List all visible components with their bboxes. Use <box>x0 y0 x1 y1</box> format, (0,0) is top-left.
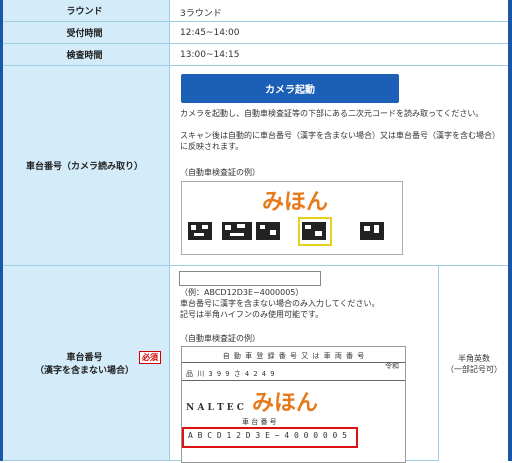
camera-row-label: 車台番号（カメラ読み取り） <box>0 66 170 266</box>
camera-example-caption: （自動車検査証の例） <box>180 168 260 177</box>
qr-highlight-frame <box>298 217 332 246</box>
vin-format-note: 半角英数 （一部記号可） <box>438 266 509 461</box>
cert-plate: 品 川 3 9 9 さ 4 2 4 9 <box>182 369 405 381</box>
vin-hint-example: （例：ABCD12D3E−4000005） <box>180 288 304 297</box>
vin-hint-kanji: 車台番号に漢字を含まない場合のみ入力してください。 <box>180 299 380 308</box>
camera-example-image: みほん <box>181 181 403 255</box>
qr-code-icon <box>256 222 280 240</box>
reception-time-label-text: 受付時間 <box>66 29 103 39</box>
cert-name: N A L T E C <box>186 403 244 413</box>
form-table: ラウンド 3ラウンド 受付時間 12:45~14:00 検査時間 13:00~1… <box>0 0 512 463</box>
qr-code-icon <box>188 222 212 240</box>
cert-reiwa: 令和 <box>385 362 399 370</box>
qr-code-icon <box>360 222 384 240</box>
round-value-cell: 3ラウンド <box>170 0 512 22</box>
qr-code-icon <box>222 222 252 240</box>
vin-hint-hyphen: 記号は半角ハイフンのみ使用可能です。 <box>180 310 324 319</box>
inspection-time-value: 13:00~14:15 <box>180 50 240 60</box>
camera-start-button[interactable]: カメラ起動 <box>181 74 399 103</box>
camera-desc-1: カメラを起動し、自動車検査証等の下部にある二次元コードを読み取ってください。 <box>180 109 484 118</box>
vin-input[interactable] <box>179 271 321 286</box>
vin-example-caption: （自動車検査証の例） <box>180 334 260 343</box>
reception-time-label: 受付時間 <box>0 22 170 44</box>
vin-label-line1: 車台番号 <box>66 353 103 363</box>
vin-format-note-line1: 半角英数 <box>458 353 490 363</box>
sample-mark: みほん <box>262 190 329 215</box>
left-border <box>0 0 3 461</box>
reception-time-cell: 12:45~14:00 <box>170 22 512 44</box>
inspection-time-label: 検査時間 <box>0 44 170 66</box>
round-value: 3ラウンド <box>180 9 222 19</box>
camera-desc-2: スキャン後は自動的に車台番号（漢字を含まない場合）又は車台番号（漢字を含む場合）… <box>180 131 500 151</box>
cert-header: 自 動 車 登 録 番 号 又 は 車 両 番 号 <box>182 351 405 363</box>
round-label: ラウンド <box>0 0 170 22</box>
cert-example-image: 自 動 車 登 録 番 号 又 は 車 両 番 号 品 川 3 9 9 さ 4 … <box>181 346 406 463</box>
vin-label-line2: （漢字を含まない場合） <box>34 366 134 376</box>
right-border <box>508 0 512 461</box>
camera-row-label-text: 車台番号（カメラ読み取り） <box>25 162 143 172</box>
reception-time-value: 12:45~14:00 <box>180 28 240 38</box>
round-label-text: ラウンド <box>66 7 103 17</box>
cert-daiban: 車 台 番 号 <box>242 418 277 426</box>
vin-format-note-line2: （一部記号可） <box>446 364 502 374</box>
cert-vin: A B C D 1 2 D 3 E − 4 0 0 0 0 0 5 <box>188 431 347 440</box>
inspection-time-cell: 13:00~14:15 <box>170 44 512 66</box>
sample-mark-2: みほん <box>252 391 319 416</box>
inspection-time-label-text: 検査時間 <box>66 51 103 61</box>
required-badge: 必須 <box>139 351 161 364</box>
